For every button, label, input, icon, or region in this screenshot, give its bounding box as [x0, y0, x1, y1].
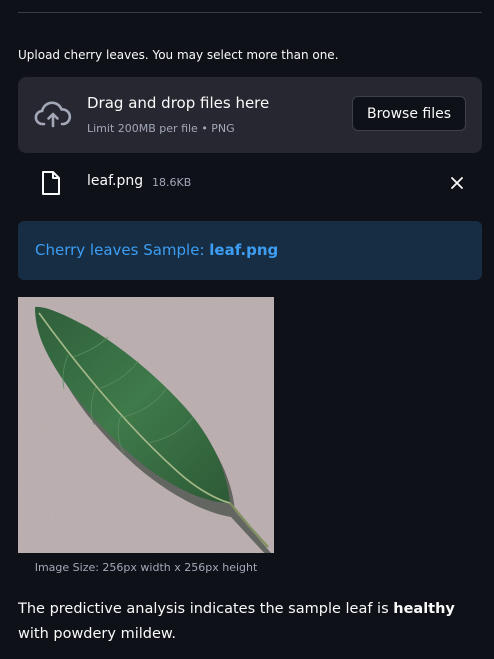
dropzone-limit: Limit 200MB per file • PNG [87, 122, 235, 135]
prediction-after: with powdery mildew. [18, 626, 177, 642]
cloud-upload-icon [34, 101, 72, 128]
file-size: 18.6KB [152, 176, 192, 189]
uploaded-file-row: leaf.png 18.6KB [18, 165, 482, 201]
leaf-image [18, 297, 274, 553]
browse-files-button[interactable]: Browse files [352, 96, 466, 131]
uploader-label: Upload cherry leaves. You may select mor… [18, 48, 339, 62]
info-prefix: Cherry leaves Sample: [35, 241, 210, 259]
prediction-label: healthy [393, 601, 455, 617]
file-name: leaf.png [87, 173, 144, 189]
dropzone-title: Drag and drop files here [87, 94, 270, 112]
file-dropzone[interactable]: Drag and drop files here Limit 200MB per… [18, 77, 482, 153]
close-icon[interactable] [448, 174, 466, 192]
section-divider [18, 12, 482, 13]
info-text: Cherry leaves Sample: leaf.png [35, 241, 278, 259]
prediction-text: The predictive analysis indicates the sa… [18, 597, 482, 647]
file-icon [42, 171, 60, 195]
image-caption: Image Size: 256px width x 256px height [34, 561, 258, 574]
prediction-before: The predictive analysis indicates the sa… [18, 601, 394, 617]
info-alert: Cherry leaves Sample: leaf.png [18, 221, 482, 280]
info-filename: leaf.png [209, 241, 279, 259]
